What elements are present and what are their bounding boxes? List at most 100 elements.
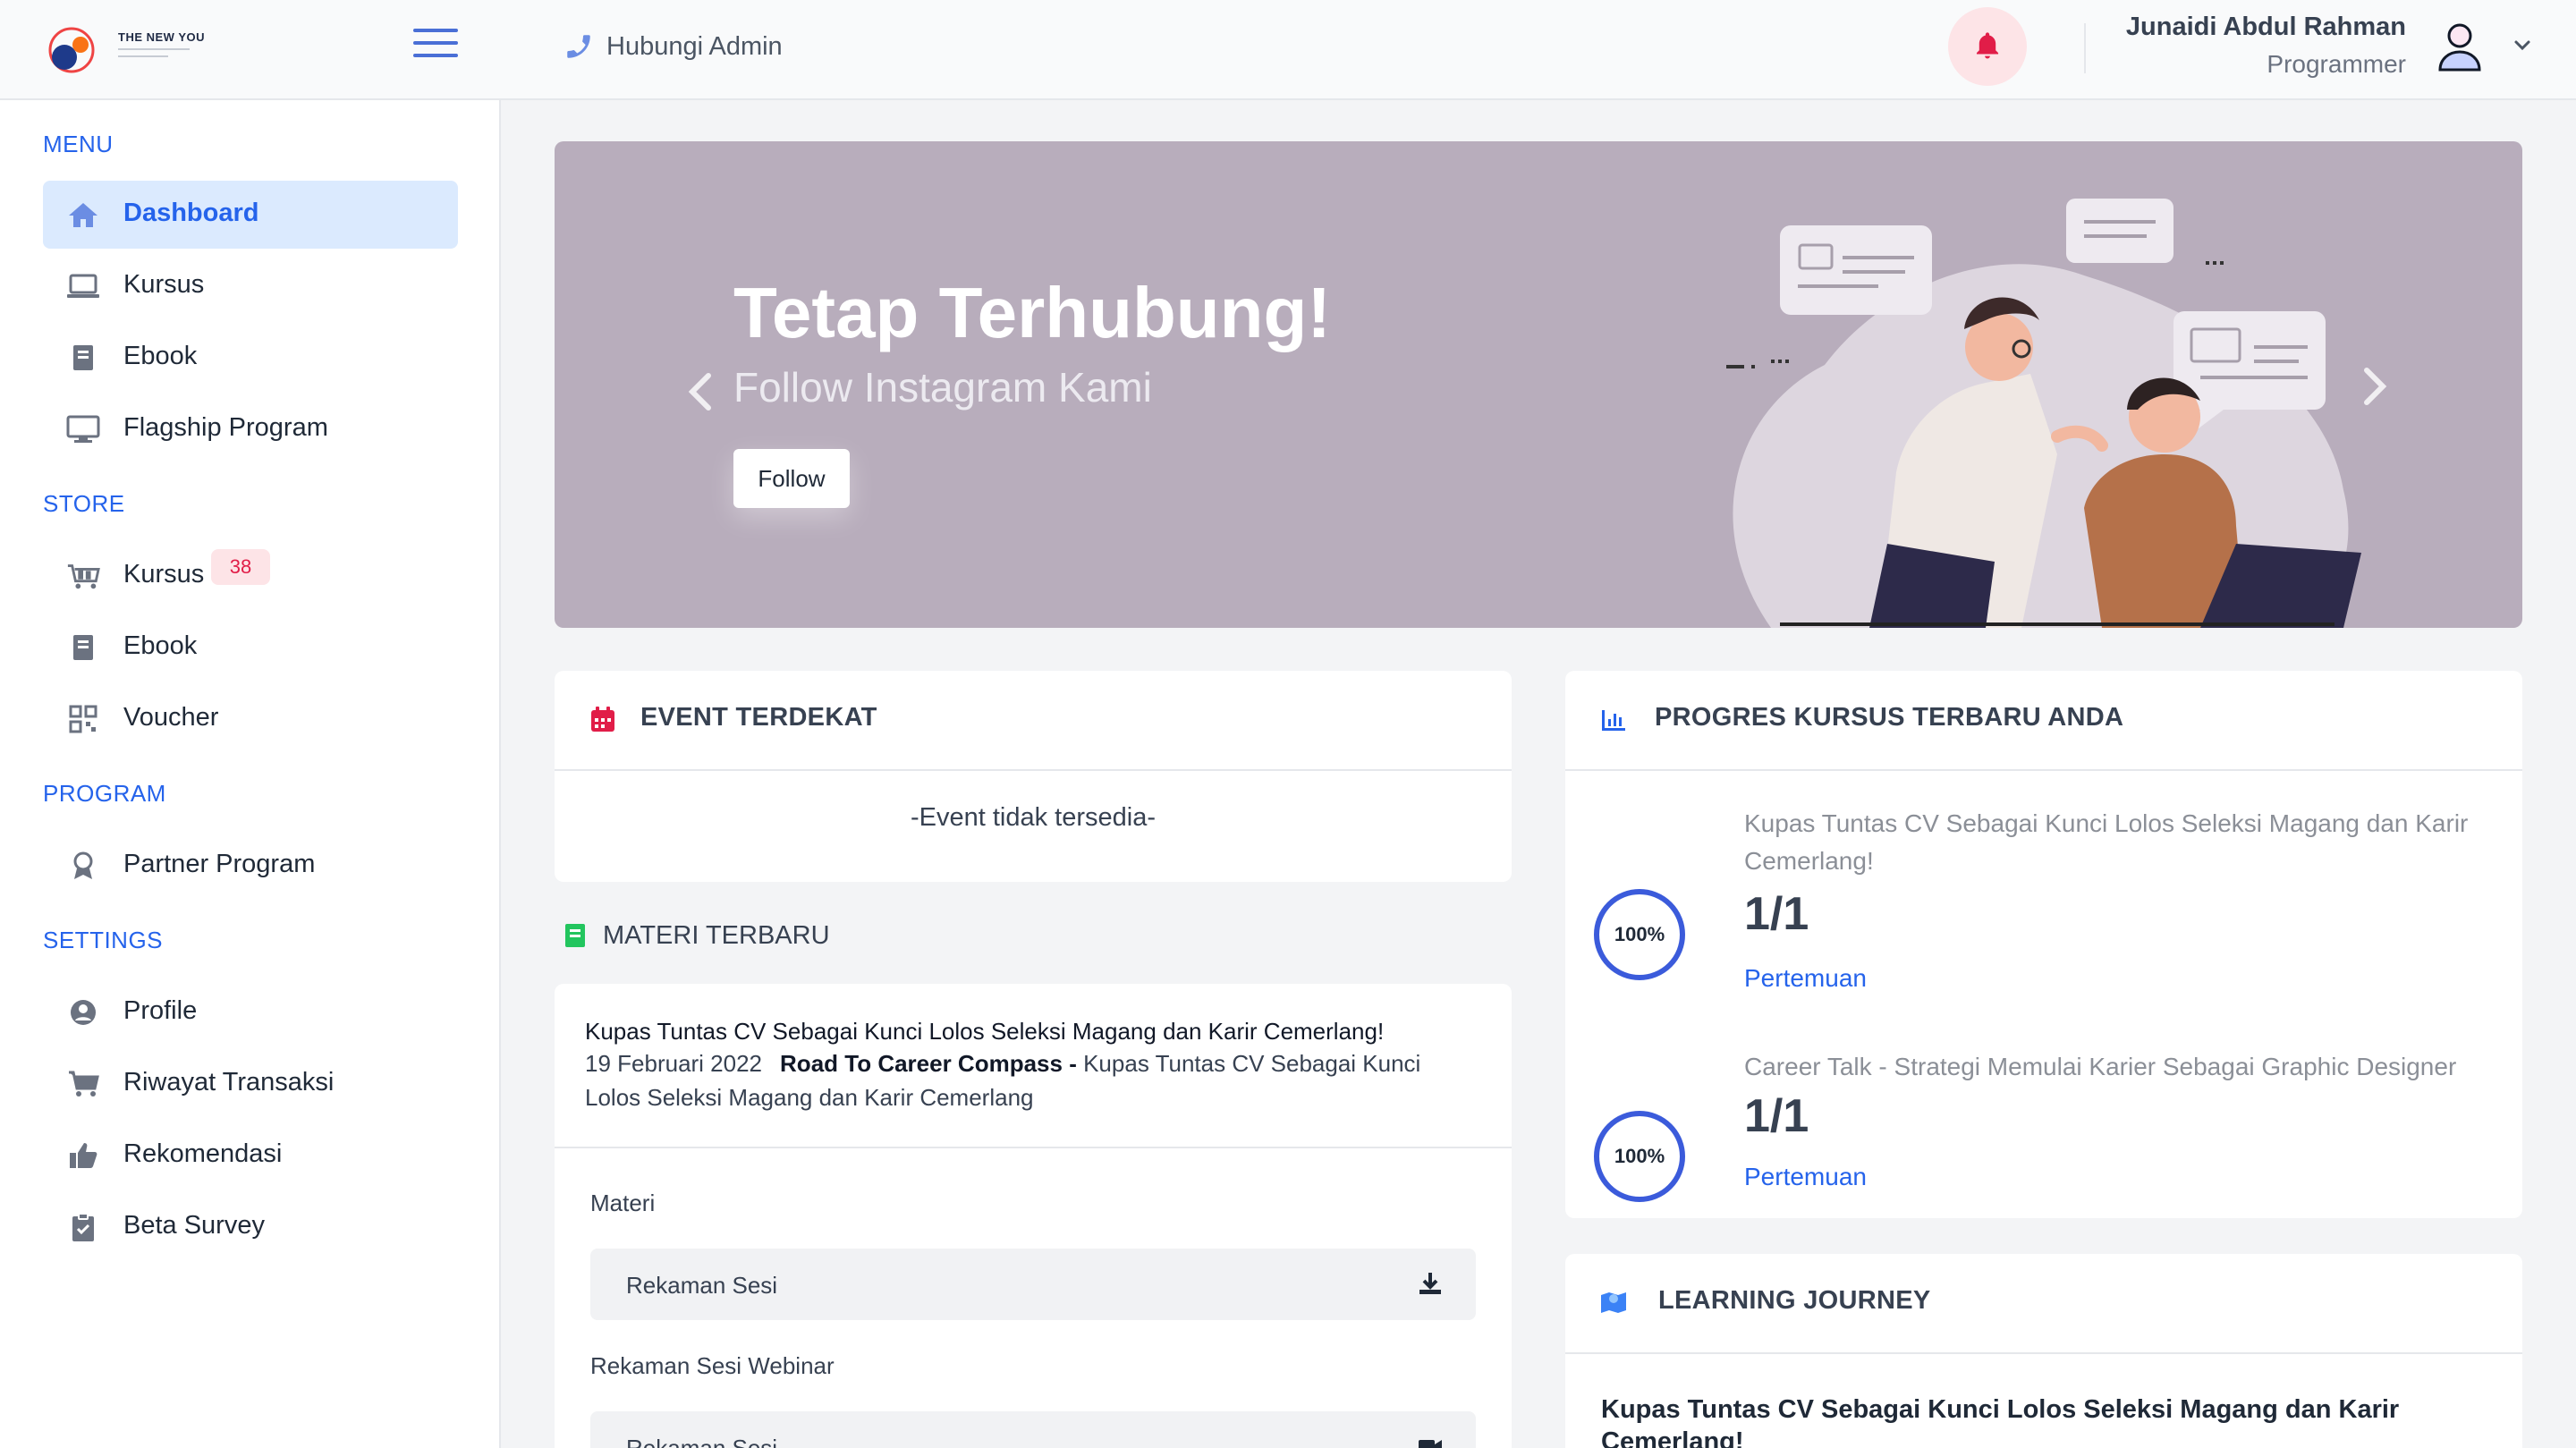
journey-course-title[interactable]: Kupas Tuntas CV Sebagai Kunci Lolos Sele… (1601, 1393, 2460, 1448)
divider (555, 1147, 1512, 1148)
hero-subtitle: Follow Instagram Kami (733, 364, 1152, 411)
sidebar-section-settings: SETTINGS (43, 927, 164, 953)
video-camera-icon[interactable] (1417, 1433, 1444, 1448)
sidebar-item-label: Profile (123, 996, 198, 1025)
materi-desc: Kupas Tuntas CV Sebagai Kunci (1083, 1050, 1421, 1077)
laptop-icon (66, 272, 100, 301)
sidebar-item-label: Kursus (123, 270, 205, 299)
progress-card: PROGRES KURSUS TERBARU ANDA 100% Kupas T… (1565, 671, 2522, 1218)
bar-chart-icon (1602, 710, 1625, 731)
progress-meeting-link[interactable]: Pertemuan (1744, 964, 1867, 993)
sidebar-item-rekomendasi[interactable]: Rekomendasi (43, 1122, 458, 1190)
sidebar: MENU Dashboard Kursus Ebook Flagship Pro… (0, 100, 501, 1448)
card-title: PROGRES KURSUS TERBARU ANDA (1655, 703, 2124, 732)
logo-tagline (118, 55, 168, 57)
bell-icon (1976, 32, 1999, 59)
progress-meeting-link[interactable]: Pertemuan (1744, 1163, 1867, 1191)
sidebar-section-menu: MENU (43, 131, 114, 157)
chevron-right-icon[interactable] (2361, 367, 2388, 406)
book-icon (66, 633, 100, 662)
card-title: EVENT TERDEKAT (640, 703, 877, 732)
materi-desc-cont: Lolos Seleksi Magang dan Karir Cemerlang (585, 1084, 1034, 1111)
sidebar-item-kursus[interactable]: Kursus (43, 252, 458, 320)
user-name: Junaidi Abdul Rahman (2125, 13, 2406, 41)
cart-icon (66, 1070, 100, 1098)
sidebar-item-label: Ebook (123, 342, 198, 370)
qr-icon (66, 705, 100, 733)
materi-video-row[interactable]: Rekaman Sesi (590, 1411, 1476, 1448)
materi-meta: 19 Februari 2022 Road To Career Compass -… (585, 1050, 1420, 1078)
sidebar-item-store-kursus[interactable]: Kursus 38 (43, 542, 458, 610)
event-card: EVENT TERDEKAT -Event tidak tersedia- (555, 671, 1512, 882)
sidebar-item-partner-program[interactable]: Partner Program (43, 832, 458, 900)
card-title: LEARNING JOURNEY (1658, 1286, 1931, 1315)
progress-fraction: 1/1 (1744, 888, 1809, 940)
card-header: EVENT TERDEKAT (555, 671, 1512, 771)
logo[interactable]: THE NEW YOU (45, 20, 224, 79)
progress-course-title: Career Talk - Strategi Memulai Karier Se… (1744, 1053, 2457, 1080)
progress-fraction: 1/1 (1744, 1090, 1809, 1142)
book-icon (565, 924, 585, 947)
materi-program: Road To Career Compass - (780, 1050, 1077, 1077)
award-icon (66, 851, 100, 880)
book-icon (66, 343, 100, 372)
materi-item-label: Rekaman Sesi (626, 1272, 778, 1299)
sidebar-item-label: Partner Program (123, 850, 316, 878)
map-icon (1601, 1292, 1626, 1313)
contact-admin-label: Hubungi Admin (606, 31, 783, 61)
materi-download-row[interactable]: Rekaman Sesi (590, 1249, 1476, 1320)
sidebar-item-label: Kursus (123, 560, 205, 589)
logo-mark-icon (48, 27, 95, 73)
count-badge: 38 (211, 549, 270, 585)
materi-section-label: Materi (590, 1190, 656, 1216)
progress-percent: 100% (1614, 923, 1665, 945)
materi-date: 19 Februari 2022 (585, 1050, 763, 1077)
cart-store-icon (66, 562, 100, 590)
header-divider (2084, 23, 2086, 73)
learning-journey-card: LEARNING JOURNEY Kupas Tuntas CV Sebagai… (1565, 1254, 2522, 1448)
sidebar-item-label: Rekomendasi (123, 1139, 283, 1168)
card-header: PROGRES KURSUS TERBARU ANDA (1565, 671, 2522, 771)
card-header: LEARNING JOURNEY (1565, 1254, 2522, 1354)
sidebar-item-store-ebook[interactable]: Ebook (43, 614, 458, 682)
sidebar-item-dashboard[interactable]: Dashboard (43, 181, 458, 249)
hero-illustration (1726, 199, 2361, 628)
monitor-icon (66, 415, 100, 444)
logo-text: THE NEW YOU (118, 30, 205, 44)
sidebar-item-label: Dashboard (123, 199, 259, 227)
menu-toggle-button[interactable] (413, 29, 458, 57)
progress-ring: 100% (1592, 1109, 1687, 1204)
avatar[interactable] (2435, 20, 2485, 73)
sidebar-item-label: Ebook (123, 631, 198, 660)
sidebar-section-program: PROGRAM (43, 780, 166, 807)
hero-banner: Tetap Terhubung! Follow Instagram Kami F… (555, 141, 2522, 628)
clipboard-icon (66, 1213, 100, 1241)
progress-percent: 100% (1614, 1145, 1665, 1167)
logo-tagline (118, 48, 190, 50)
event-empty-message: -Event tidak tersedia- (910, 803, 1156, 832)
calendar-icon (591, 707, 614, 732)
sidebar-item-label: Flagship Program (123, 413, 328, 442)
sidebar-item-ebook[interactable]: Ebook (43, 324, 458, 392)
sidebar-item-flagship-program[interactable]: Flagship Program (43, 395, 458, 463)
materi-title: MATERI TERBARU (603, 920, 830, 950)
notification-button[interactable] (1948, 7, 2027, 86)
sidebar-item-label: Voucher (123, 703, 219, 732)
chevron-down-icon[interactable] (2512, 34, 2533, 55)
sidebar-item-beta-survey[interactable]: Beta Survey (43, 1193, 458, 1261)
download-icon[interactable] (1417, 1270, 1444, 1297)
sidebar-item-voucher[interactable]: Voucher (43, 685, 458, 753)
user-circle-icon (66, 998, 100, 1027)
thumbs-up-icon (66, 1141, 100, 1170)
sidebar-item-label: Riwayat Transaksi (123, 1068, 335, 1097)
materi-header: MATERI TERBARU (564, 918, 830, 953)
chevron-left-icon[interactable] (687, 372, 714, 411)
sidebar-item-riwayat-transaksi[interactable]: Riwayat Transaksi (43, 1050, 458, 1118)
phone-icon (567, 35, 590, 58)
follow-button[interactable]: Follow (733, 449, 850, 508)
sidebar-item-profile[interactable]: Profile (43, 978, 458, 1046)
materi-course-title[interactable]: Kupas Tuntas CV Sebagai Kunci Lolos Sele… (585, 1018, 1384, 1046)
user-role: Programmer (2267, 50, 2406, 78)
progress-course-title: Kupas Tuntas CV Sebagai Kunci Lolos Sele… (1744, 809, 2469, 875)
contact-admin-link[interactable]: Hubungi Admin (564, 27, 783, 66)
